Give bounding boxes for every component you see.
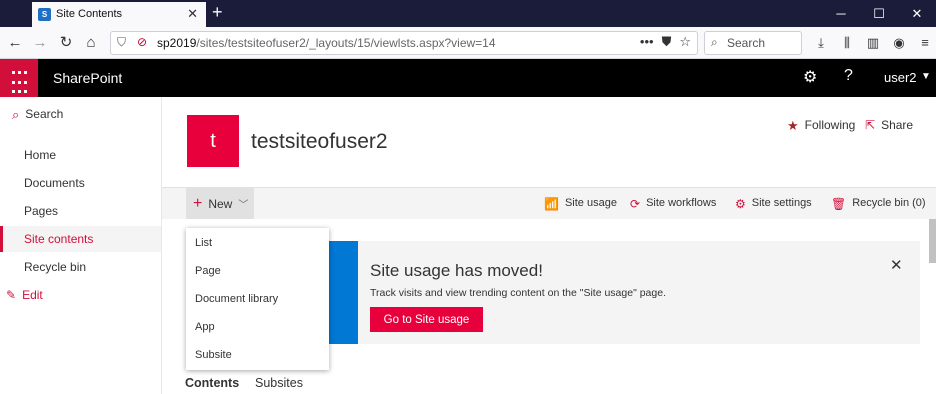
library-icon[interactable]: ⫼ — [836, 32, 858, 54]
insecure-lock-icon[interactable]: ⊘ — [137, 35, 147, 49]
browser-tab-bar: S Site Contents ✕ + ─ ☐ ✕ — [0, 0, 936, 27]
account-icon[interactable]: ◉ — [888, 32, 910, 54]
follow-label: Following — [804, 118, 856, 132]
nav-item-home[interactable]: Home — [0, 142, 161, 168]
close-tab-icon[interactable]: ✕ — [187, 6, 198, 22]
nav-item-pages[interactable]: Pages — [0, 198, 161, 224]
caret-down-icon[interactable]: ▼ — [921, 71, 931, 82]
search-icon: ⌕ — [711, 35, 718, 49]
recycle-bin-label: Recycle bin (0) — [852, 197, 926, 209]
browser-nav-bar: ← → ↻ ⌂ ⛉ ⊘ sp2019/sites/testsiteofuser2… — [0, 27, 936, 59]
menu-item-subsite[interactable]: Subsite — [186, 341, 329, 369]
pencil-icon: ✎ — [6, 288, 17, 302]
follow-button[interactable]: ★ Following — [787, 118, 855, 134]
menu-item-page[interactable]: Page — [186, 257, 329, 285]
site-settings-label: Site settings — [751, 197, 812, 209]
banner-text: Track visits and view trending content o… — [370, 287, 666, 299]
trash-icon: 🗑 — [831, 197, 847, 211]
banner-title: Site usage has moved! — [370, 261, 543, 280]
new-tab-icon[interactable]: + — [212, 3, 223, 21]
menu-item-document-library[interactable]: Document library — [186, 285, 329, 313]
tracking-shield-icon[interactable]: ⛉ — [117, 35, 126, 50]
share-button[interactable]: ⇱ Share — [865, 118, 913, 132]
nav-item-recycle-bin[interactable]: Recycle bin — [0, 254, 161, 280]
site-usage-button[interactable]: 📶 Site usage — [544, 197, 617, 211]
maximize-icon[interactable]: ☐ — [860, 0, 898, 27]
browser-search-input[interactable] — [727, 35, 799, 51]
close-window-icon[interactable]: ✕ — [898, 0, 936, 27]
scrollbar[interactable] — [929, 219, 936, 263]
star-icon: ★ — [787, 118, 799, 133]
help-icon[interactable]: ? — [844, 67, 853, 85]
site-logo[interactable]: t — [187, 115, 239, 167]
recycle-bin-button[interactable]: 🗑 Recycle bin (0) — [831, 197, 926, 211]
menu-item-list[interactable]: List — [186, 229, 329, 257]
tab-title: Site Contents — [56, 8, 123, 20]
new-dropdown-menu: List Page Document library App Subsite — [186, 228, 329, 370]
suite-bar: SharePoint ⚙ ? user2 ▼ — [0, 59, 936, 97]
edit-nav-link[interactable]: ✎ Edit — [6, 288, 43, 302]
menu-icon[interactable]: ≡ — [914, 32, 936, 54]
url-actions: ••• ⛊ ☆ — [640, 34, 691, 50]
url-text[interactable]: sp2019/sites/testsiteofuser2/_layouts/15… — [157, 36, 496, 50]
app-launcher-icon[interactable] — [0, 59, 38, 97]
tab-subsites[interactable]: Subsites — [255, 376, 303, 390]
site-settings-button[interactable]: ⚙ Site settings — [735, 197, 812, 211]
go-to-site-usage-button[interactable]: Go to Site usage — [370, 307, 483, 332]
search-label: Search — [25, 107, 64, 121]
minimize-icon[interactable]: ─ — [822, 0, 860, 27]
left-navigation: ⌕ Search Home Documents Pages Site conte… — [0, 97, 162, 394]
pocket-icon[interactable]: ⛊ — [662, 34, 672, 50]
brand-name[interactable]: SharePoint — [53, 70, 122, 86]
edit-label: Edit — [22, 288, 43, 302]
back-icon[interactable]: ← — [4, 32, 26, 54]
forward-icon[interactable]: → — [29, 32, 51, 54]
chevron-down-icon: ﹀ — [238, 200, 249, 211]
share-label: Share — [881, 118, 914, 132]
sharepoint-favicon-icon: S — [38, 8, 51, 21]
command-bar: + New ﹀ 📶 Site usage ⟳ Site workflows ⚙ … — [162, 187, 936, 219]
home-icon[interactable]: ⌂ — [80, 32, 102, 54]
browser-toolbar: ⤓ ⫼ ▥ ◉ ≡ — [810, 32, 936, 54]
new-button[interactable]: + New ﹀ — [186, 188, 254, 219]
window-controls: ─ ☐ ✕ — [822, 0, 936, 27]
site-usage-label: Site usage — [564, 197, 617, 209]
new-label: New — [208, 196, 233, 211]
chart-icon: 📶 — [544, 197, 559, 211]
sidebar-icon[interactable]: ▥ — [862, 32, 884, 54]
settings-gear-icon[interactable]: ⚙ — [803, 67, 817, 87]
nav-item-documents[interactable]: Documents — [0, 170, 161, 196]
browser-search-box[interactable]: ⌕ — [704, 31, 802, 55]
downloads-icon[interactable]: ⤓ — [810, 32, 832, 54]
site-workflows-button[interactable]: ⟳ Site workflows — [630, 197, 716, 211]
site-workflows-label: Site workflows — [646, 197, 717, 209]
reload-icon[interactable]: ↻ — [55, 32, 77, 54]
plus-icon: + — [193, 194, 203, 212]
tab-contents[interactable]: Contents — [185, 376, 239, 390]
menu-item-app[interactable]: App — [186, 313, 329, 341]
url-path: /sites/testsiteofuser2/_layouts/15/viewl… — [196, 36, 496, 50]
workflow-icon: ⟳ — [630, 197, 641, 211]
close-icon[interactable]: ✕ — [890, 256, 903, 274]
user-name[interactable]: user2 — [884, 70, 917, 85]
gear-icon: ⚙ — [735, 197, 746, 211]
share-icon: ⇱ — [865, 118, 876, 132]
site-title[interactable]: testsiteofuser2 — [251, 130, 388, 154]
site-search-link[interactable]: ⌕ Search — [12, 107, 63, 123]
address-bar[interactable]: ⛉ ⊘ sp2019/sites/testsiteofuser2/_layout… — [110, 31, 698, 55]
search-icon: ⌕ — [12, 107, 20, 122]
browser-tab[interactable]: S Site Contents ✕ — [32, 2, 206, 27]
nav-item-site-contents[interactable]: Site contents — [0, 226, 161, 252]
page-actions-icon[interactable]: ••• — [640, 34, 654, 50]
bookmark-star-icon[interactable]: ☆ — [679, 34, 691, 50]
url-host: sp2019 — [157, 36, 197, 50]
